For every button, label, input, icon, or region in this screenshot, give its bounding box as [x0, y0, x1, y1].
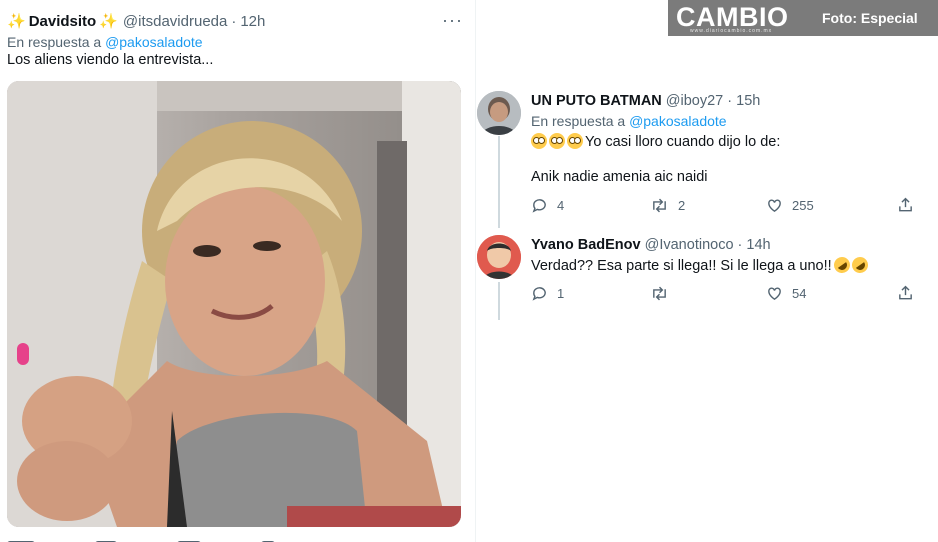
- user-handle[interactable]: @iboy27: [666, 93, 723, 109]
- sparkle-icon: ✨: [99, 13, 118, 30]
- share-icon: [899, 197, 912, 212]
- like-button[interactable]: 255: [766, 197, 814, 214]
- retweet-icon: [653, 286, 666, 301]
- reply-context: En respuesta a @pakosaladote: [7, 34, 203, 50]
- tweet-time[interactable]: 15h: [736, 93, 760, 109]
- tweet-header: ✨ Davidsito ✨ @itsdavidrueda · 12h: [7, 12, 265, 31]
- tweet-time[interactable]: 14h: [746, 237, 770, 253]
- reply-prefix: En respuesta a: [531, 113, 626, 129]
- reply-to-link[interactable]: @pakosaladote: [629, 113, 727, 129]
- reply-count: 1: [557, 286, 565, 301]
- share-button[interactable]: [897, 196, 923, 214]
- display-name[interactable]: Davidsito: [29, 13, 97, 30]
- tweet-text: Yo casi lloro cuando dijo lo de:: [585, 134, 781, 150]
- reply-to-link[interactable]: @pakosaladote: [105, 34, 203, 50]
- tweet-text: Anik nadie amenia aic naidi: [531, 169, 708, 185]
- column-divider: [475, 0, 476, 542]
- rolling-eyes-emoji-icon: [567, 133, 583, 149]
- tweet-text-line: Verdad?? Esa parte si llega!! Si le lleg…: [531, 253, 871, 277]
- retweet-button[interactable]: 2: [650, 197, 685, 214]
- like-button[interactable]: 54: [766, 285, 806, 302]
- avatar[interactable]: [477, 235, 521, 279]
- rolling-eyes-emoji-icon: [549, 133, 565, 149]
- cambio-url: www.diariocambio.com.mx: [690, 28, 773, 34]
- thread-connector: [498, 282, 500, 320]
- rofl-emoji-icon: [830, 253, 853, 277]
- retweet-count: 2: [678, 198, 686, 213]
- retweet-button[interactable]: [650, 285, 678, 302]
- like-count: 54: [792, 286, 807, 301]
- user-handle[interactable]: @itsdavidrueda: [123, 13, 227, 30]
- thread-connector: [498, 136, 500, 228]
- tweet-text: Verdad?? Esa parte si llega!! Si le lleg…: [531, 258, 832, 274]
- separator-dot: ·: [727, 93, 733, 109]
- reply-prefix: En respuesta a: [7, 34, 102, 50]
- tweet-time[interactable]: 12h: [240, 13, 265, 30]
- user-handle[interactable]: @Ivanotinoco: [645, 237, 734, 253]
- tweet-header: UN PUTO BATMAN @iboy27 · 15h: [531, 93, 760, 109]
- reply-icon: [532, 287, 546, 301]
- reply-count: 4: [557, 198, 565, 213]
- display-name[interactable]: Yvano BadEnov: [531, 237, 641, 253]
- source-watermark: CAMBIO www.diariocambio.com.mx Foto: Esp…: [668, 0, 938, 36]
- tweet-header: Yvano BadEnov @Ivanotinoco · 14h: [531, 237, 771, 253]
- reply-button[interactable]: 4: [531, 197, 564, 214]
- retweet-icon: [653, 198, 666, 213]
- separator-dot: ·: [737, 237, 743, 253]
- cropped-action-bar: [7, 534, 407, 542]
- reply-button[interactable]: 1: [531, 285, 564, 302]
- share-icon: [899, 285, 912, 300]
- heart-icon: [768, 287, 781, 301]
- like-count: 255: [792, 198, 814, 213]
- more-options-icon[interactable]: ···: [442, 10, 463, 31]
- avatar[interactable]: [477, 91, 521, 135]
- reply-icon: [532, 199, 546, 213]
- tweet-text: Los aliens viendo la entrevista...: [7, 52, 214, 68]
- heart-icon: [768, 199, 781, 213]
- rofl-emoji-icon: [848, 253, 871, 277]
- sparkle-icon: ✨: [7, 13, 26, 30]
- rolling-eyes-emoji-icon: [531, 133, 547, 149]
- share-button[interactable]: [897, 284, 923, 302]
- reply-context: En respuesta a @pakosaladote: [531, 113, 727, 129]
- tweet-text-line: Yo casi lloro cuando dijo lo de:: [531, 133, 780, 150]
- separator-dot: ·: [231, 12, 237, 30]
- display-name[interactable]: UN PUTO BATMAN: [531, 93, 662, 109]
- photo-credit: Foto: Especial: [822, 10, 918, 26]
- quoted-tweet[interactable]: ✨ Davidsito ✨ @itsdavidrueda · 12h ··· E…: [0, 0, 475, 542]
- tweet-photo[interactable]: [7, 81, 461, 527]
